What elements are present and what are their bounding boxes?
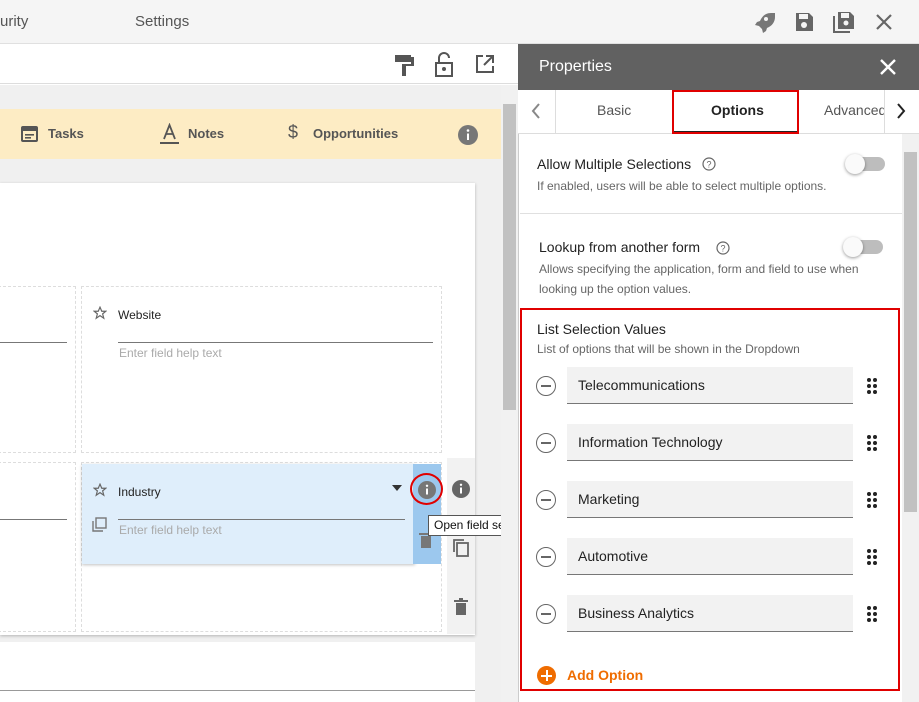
info-icon[interactable] xyxy=(458,125,478,145)
help-icon[interactable]: ? xyxy=(716,241,730,255)
format-paint-icon[interactable] xyxy=(393,53,415,77)
designer-toolbar xyxy=(0,44,518,84)
add-option-button[interactable]: Add Option xyxy=(567,667,643,683)
row-delete-icon[interactable] xyxy=(454,598,468,615)
add-option-icon[interactable] xyxy=(537,666,556,685)
industry-help-text[interactable]: Enter field help text xyxy=(119,523,222,537)
close-properties-icon[interactable] xyxy=(879,58,897,76)
lookup-title: Lookup from another form xyxy=(539,239,701,255)
option-input[interactable]: Automotive xyxy=(567,538,853,575)
list-item: Automotive xyxy=(536,538,886,578)
save-as-icon[interactable] xyxy=(832,10,856,34)
allow-multiple-desc: If enabled, users will be able to select… xyxy=(537,179,827,193)
form-card-bottom xyxy=(0,642,475,702)
industry-field-label[interactable]: Industry xyxy=(118,485,161,499)
field-underline xyxy=(0,519,67,520)
dollar-icon: $ xyxy=(288,122,299,142)
copy-icon[interactable] xyxy=(92,517,107,532)
remove-option-icon[interactable] xyxy=(536,433,556,453)
top-bar: urity Settings xyxy=(0,0,919,44)
selected-field-industry[interactable] xyxy=(82,464,415,564)
text-a-icon xyxy=(160,123,179,144)
options-tab-highlight xyxy=(672,90,799,134)
save-icon[interactable] xyxy=(792,10,816,34)
tab-security[interactable]: urity xyxy=(0,13,28,30)
properties-title: Properties xyxy=(539,58,612,75)
drag-handle-icon[interactable] xyxy=(867,435,879,453)
field-underline xyxy=(0,690,475,691)
form-cell[interactable] xyxy=(0,286,76,453)
list-values-title: List Selection Values xyxy=(537,321,666,337)
help-icon[interactable]: ? xyxy=(702,157,716,171)
dropdown-arrow-icon[interactable] xyxy=(392,485,402,491)
drag-handle-icon[interactable] xyxy=(867,378,879,396)
option-input[interactable]: Information Technology xyxy=(567,424,853,461)
open-external-icon[interactable] xyxy=(474,53,496,75)
tab-opportunities[interactable]: Opportunities xyxy=(313,126,398,141)
field-underline xyxy=(0,342,67,343)
list-item: Telecommunications xyxy=(536,367,886,407)
remove-option-icon[interactable] xyxy=(536,376,556,396)
drag-handle-icon[interactable] xyxy=(867,606,879,624)
chevron-right-icon xyxy=(897,103,906,119)
field-underline xyxy=(118,342,433,343)
list-item: Marketing xyxy=(536,481,886,521)
tab-advanced[interactable]: Advanced xyxy=(824,102,884,118)
close-icon[interactable] xyxy=(872,10,896,34)
lookup-toggle[interactable] xyxy=(843,237,883,257)
drag-handle-icon[interactable] xyxy=(867,549,879,567)
lock-open-icon[interactable] xyxy=(433,52,455,78)
tab-notes[interactable]: Notes xyxy=(188,126,224,141)
highlight-circle xyxy=(410,473,443,505)
star-icon[interactable] xyxy=(93,483,107,497)
option-input[interactable]: Telecommunications xyxy=(567,367,853,404)
properties-scrollbar-thumb[interactable] xyxy=(904,152,917,512)
field-underline xyxy=(118,519,405,520)
properties-header: Properties xyxy=(518,44,919,90)
form-cell[interactable] xyxy=(0,462,76,632)
row-info-icon[interactable] xyxy=(452,480,470,498)
list-values-desc: List of options that will be shown in th… xyxy=(537,342,800,356)
star-icon[interactable] xyxy=(93,306,107,320)
option-input[interactable]: Marketing xyxy=(567,481,853,518)
svg-text:?: ? xyxy=(720,244,725,254)
tab-settings[interactable]: Settings xyxy=(135,13,189,30)
remove-option-icon[interactable] xyxy=(536,604,556,624)
lookup-desc: Allows specifying the application, form … xyxy=(539,262,859,296)
option-input[interactable]: Business Analytics xyxy=(567,595,853,632)
list-item: Business Analytics xyxy=(536,595,886,635)
remove-option-icon[interactable] xyxy=(536,547,556,567)
chevron-left-icon xyxy=(531,103,540,119)
allow-multiple-section xyxy=(520,135,902,214)
website-help-text[interactable]: Enter field help text xyxy=(119,346,222,360)
tab-basic[interactable]: Basic xyxy=(597,102,631,118)
list-item: Information Technology xyxy=(536,424,886,464)
form-tab-strip: Tasks Notes $ Opportunities xyxy=(0,109,501,159)
remove-option-icon[interactable] xyxy=(536,490,556,510)
drag-handle-icon[interactable] xyxy=(867,492,879,510)
svg-text:?: ? xyxy=(706,160,711,170)
rocket-icon[interactable] xyxy=(751,10,775,34)
row-copy-icon[interactable] xyxy=(452,538,470,558)
canvas-scrollbar-thumb[interactable] xyxy=(503,104,516,410)
tab-tasks[interactable]: Tasks xyxy=(48,126,84,141)
allow-multiple-toggle[interactable] xyxy=(845,154,885,174)
calendar-icon xyxy=(21,126,38,142)
allow-multiple-title: Allow Multiple Selections xyxy=(537,156,692,172)
website-field-label[interactable]: Website xyxy=(118,308,161,322)
